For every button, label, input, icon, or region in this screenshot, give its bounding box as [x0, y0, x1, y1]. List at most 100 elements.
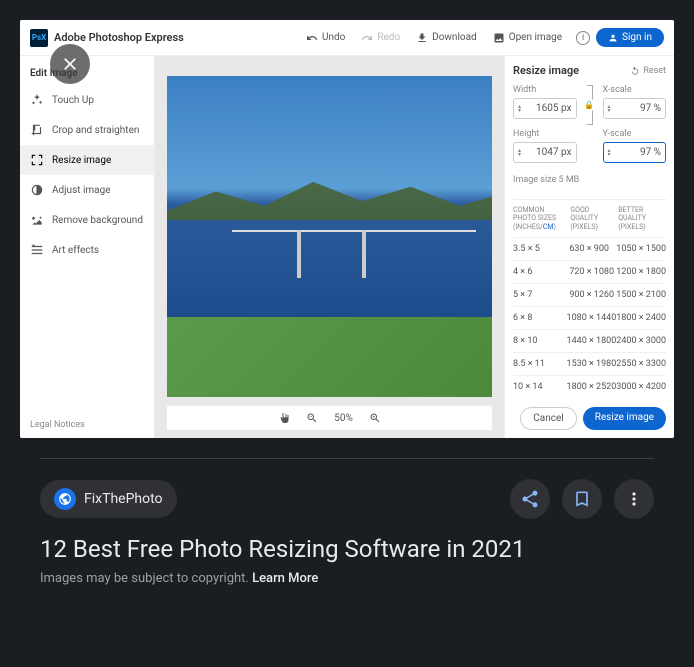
- resize-icon: [30, 153, 44, 167]
- spinner-icon[interactable]: ▴▾: [608, 149, 611, 157]
- sidebar-item-label: Remove background: [52, 215, 143, 226]
- sidebar-item-arteffects[interactable]: Art effects: [20, 235, 154, 265]
- info-icon[interactable]: i: [576, 31, 590, 45]
- table-row[interactable]: 8.5 × 111530 × 19802550 × 3300: [513, 352, 666, 375]
- touchup-icon: [30, 93, 44, 107]
- sidebar-item-removebg[interactable]: Remove background: [20, 205, 154, 235]
- yscale-value: 97 %: [640, 147, 661, 158]
- sidebar-item-label: Art effects: [52, 245, 99, 256]
- source-chip[interactable]: FixThePhoto: [40, 480, 177, 518]
- adjust-icon: [30, 183, 44, 197]
- redo-label: Redo: [377, 32, 400, 43]
- spinner-icon[interactable]: ▴▾: [608, 105, 611, 113]
- more-button[interactable]: [614, 479, 654, 519]
- table-row[interactable]: 8 × 101440 × 18002400 × 3000: [513, 329, 666, 352]
- share-button[interactable]: [510, 479, 550, 519]
- undo-button[interactable]: Undo: [298, 28, 353, 48]
- size-table: COMMON PHOTO SIZES (INCHES/CM) GOOD QUAL…: [513, 199, 666, 399]
- download-button[interactable]: Download: [408, 28, 485, 48]
- legal-link[interactable]: Legal Notices: [30, 420, 85, 430]
- sidebar-item-label: Resize image: [52, 155, 111, 166]
- sidebar: Edit Image Touch Up Crop and straighten …: [20, 56, 155, 438]
- height-label: Height: [513, 129, 577, 139]
- result-title: 12 Best Free Photo Resizing Software in …: [20, 519, 674, 571]
- download-icon: [416, 32, 428, 44]
- canvas-image[interactable]: [167, 76, 492, 397]
- width-value: 1605 px: [536, 103, 571, 114]
- table-row[interactable]: 4 × 6720 × 10801200 × 1800: [513, 260, 666, 283]
- canvas-area: 50%: [155, 56, 504, 438]
- height-input[interactable]: ▴▾ 1047 px: [513, 142, 577, 163]
- sidebar-item-label: Crop and straighten: [52, 125, 139, 136]
- image-size-info: Image size 5 MB: [513, 175, 666, 185]
- sidebar-item-touchup[interactable]: Touch Up: [20, 85, 154, 115]
- zoom-level: 50%: [334, 413, 353, 424]
- resize-button[interactable]: Resize image: [583, 407, 666, 430]
- hand-icon[interactable]: [278, 412, 290, 424]
- resize-panel: Resize image Reset Width ▴▾ 1605 px: [504, 56, 674, 438]
- bookmark-button[interactable]: [562, 479, 602, 519]
- spinner-icon[interactable]: ▴▾: [518, 105, 521, 113]
- lock-toggle[interactable]: 🔒: [587, 85, 593, 125]
- undo-icon: [306, 32, 318, 44]
- sign-in-label: Sign in: [622, 32, 652, 43]
- table-row[interactable]: 6 × 81080 × 14401800 × 2400: [513, 306, 666, 329]
- lock-icon: 🔒: [583, 100, 595, 111]
- redo-button[interactable]: Redo: [353, 28, 408, 48]
- share-icon: [520, 489, 540, 509]
- reset-button[interactable]: Reset: [630, 66, 666, 76]
- more-icon: [624, 489, 644, 509]
- sidebar-item-adjust[interactable]: Adjust image: [20, 175, 154, 205]
- xscale-label: X-scale: [603, 85, 667, 95]
- width-label: Width: [513, 85, 577, 95]
- image-icon: [493, 32, 505, 44]
- app-logo: PsX: [30, 29, 48, 47]
- table-row[interactable]: 10 × 141800 × 25203000 × 4200: [513, 375, 666, 398]
- height-value: 1047 px: [536, 147, 571, 158]
- table-header: COMMON PHOTO SIZES (INCHES/CM) GOOD QUAL…: [513, 200, 666, 237]
- sidebar-item-resize[interactable]: Resize image: [20, 145, 154, 175]
- crop-icon: [30, 123, 44, 137]
- open-image-button[interactable]: Open image: [485, 28, 570, 48]
- cancel-button[interactable]: Cancel: [520, 407, 576, 430]
- table-row[interactable]: 5 × 7900 × 12601500 × 2100: [513, 283, 666, 306]
- copyright-notice: Images may be subject to copyright. Lear…: [20, 571, 674, 586]
- redo-icon: [361, 32, 373, 44]
- sidebar-item-crop[interactable]: Crop and straighten: [20, 115, 154, 145]
- undo-label: Undo: [322, 32, 345, 43]
- globe-icon: [54, 488, 76, 510]
- sidebar-item-label: Adjust image: [52, 185, 111, 196]
- zoom-out-icon[interactable]: [306, 412, 318, 424]
- zoom-bar: 50%: [167, 405, 492, 430]
- spinner-icon[interactable]: ▴▾: [518, 149, 521, 157]
- bookmark-icon: [572, 489, 592, 509]
- divider: [40, 458, 654, 459]
- removebg-icon: [30, 213, 44, 227]
- xscale-input[interactable]: ▴▾ 97 %: [603, 98, 667, 119]
- image-size-label: Image size: [513, 175, 556, 185]
- cm-link[interactable]: CM: [543, 223, 554, 231]
- table-row[interactable]: 3.5 × 5630 × 9001050 × 1500: [513, 237, 666, 260]
- zoom-in-icon[interactable]: [369, 412, 381, 424]
- reset-label: Reset: [643, 66, 666, 76]
- learn-more-link[interactable]: Learn More: [252, 571, 318, 586]
- sidebar-item-label: Touch Up: [52, 95, 94, 106]
- source-name: FixThePhoto: [84, 491, 163, 507]
- panel-title: Resize image: [513, 64, 579, 77]
- reset-icon: [630, 66, 640, 76]
- yscale-input[interactable]: ▴▾ 97 %: [603, 142, 667, 163]
- topbar: PsX Adobe Photoshop Express Undo Redo Do…: [20, 20, 674, 56]
- width-input[interactable]: ▴▾ 1605 px: [513, 98, 577, 119]
- person-icon: [608, 33, 618, 43]
- source-row: FixThePhoto: [20, 479, 674, 519]
- art-icon: [30, 243, 44, 257]
- app-window: PsX Adobe Photoshop Express Undo Redo Do…: [20, 20, 674, 438]
- close-button[interactable]: [50, 44, 90, 84]
- app-title: Adobe Photoshop Express: [54, 31, 184, 44]
- yscale-label: Y-scale: [603, 129, 667, 139]
- xscale-value: 97 %: [640, 103, 661, 114]
- sign-in-button[interactable]: Sign in: [596, 28, 664, 47]
- image-size-value: 5 MB: [559, 175, 580, 185]
- open-image-label: Open image: [509, 32, 562, 43]
- download-label: Download: [432, 32, 477, 43]
